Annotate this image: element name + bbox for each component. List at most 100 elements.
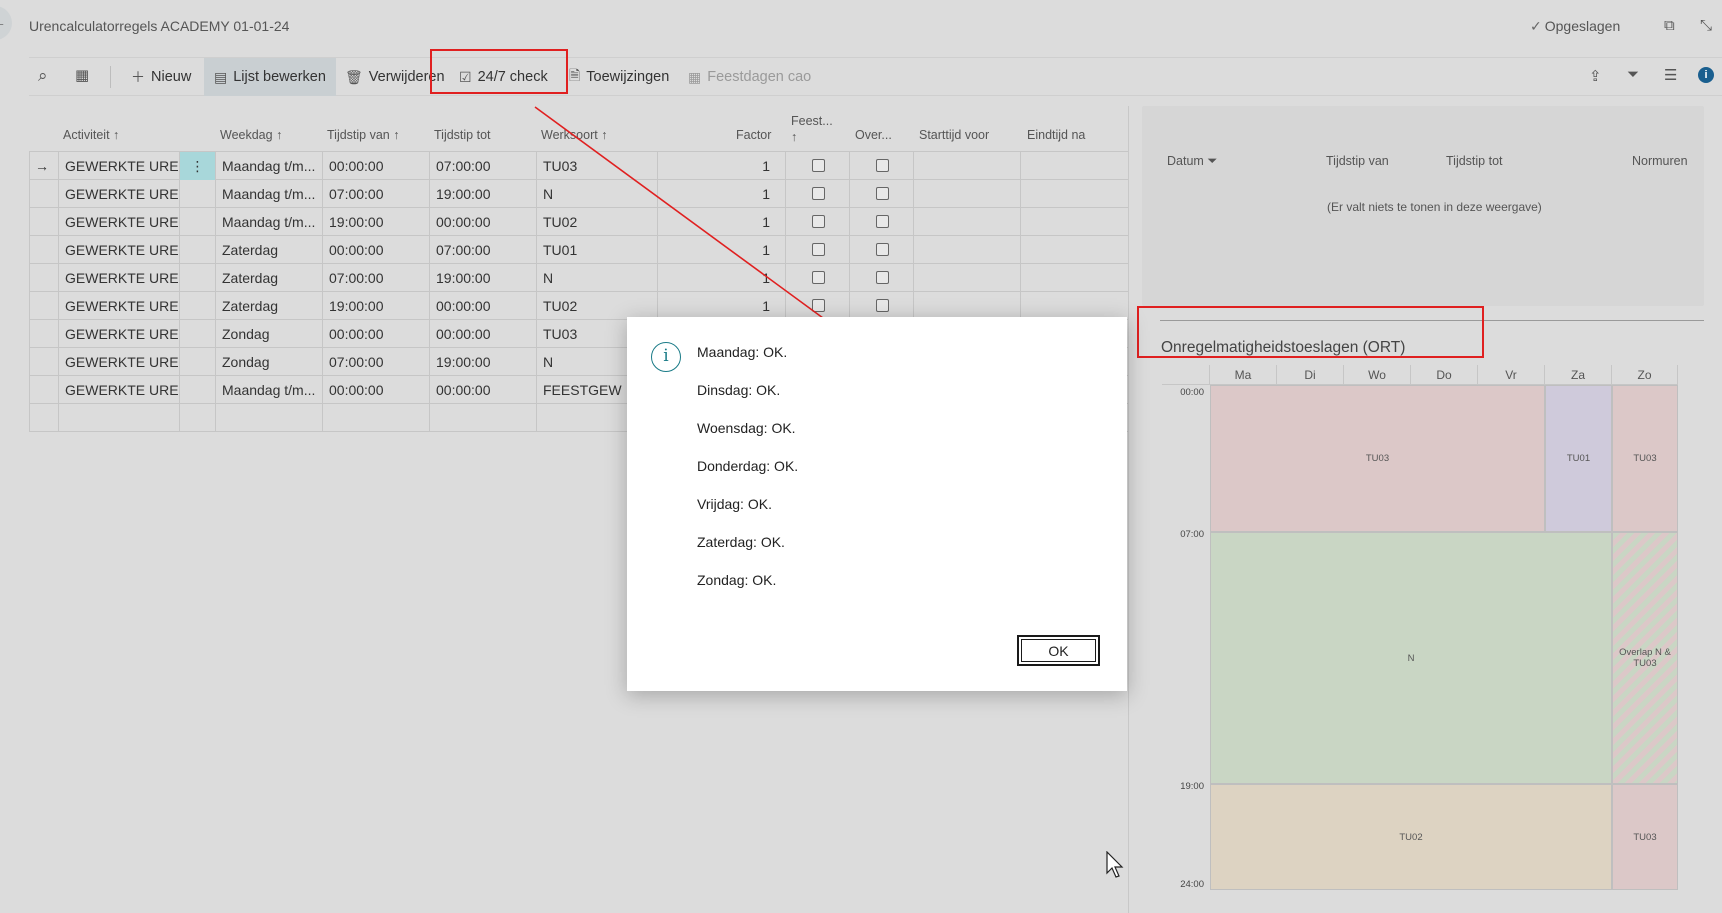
cell-van[interactable]: 07:00:00 <box>323 180 430 208</box>
filter-icon[interactable]: ⏷ <box>1627 66 1639 83</box>
cell-dots[interactable] <box>180 236 216 264</box>
cell-werksoort[interactable]: TU01 <box>537 236 658 264</box>
cell-werksoort[interactable]: N <box>537 180 658 208</box>
cell-dots[interactable]: ⋮ <box>180 152 216 180</box>
cell-feest[interactable] <box>786 152 850 180</box>
holiday-col-van[interactable]: Tijdstip van <box>1326 154 1389 168</box>
cell-feest[interactable] <box>786 180 850 208</box>
col-header-weekdag[interactable]: Weekdag ↑ <box>220 128 282 142</box>
cell-tot[interactable]: 19:00:00 <box>430 264 537 292</box>
cell-activiteit[interactable]: GEWERKTE UREN <box>59 320 180 348</box>
cell-activiteit[interactable]: GEWERKTE UREN <box>59 236 180 264</box>
cell-factor[interactable]: 1 <box>658 152 786 180</box>
cell-start[interactable] <box>914 180 1021 208</box>
cell-van[interactable] <box>323 404 430 432</box>
table-row[interactable]: GEWERKTE UREN Maandag t/m... 07:00:00 19:00… <box>29 180 1129 208</box>
cell-dots[interactable] <box>180 404 216 432</box>
holiday-col-datum[interactable]: Datum ⏷ <box>1167 154 1217 169</box>
cell-werksoort[interactable]: TU03 <box>537 152 658 180</box>
cell-start[interactable] <box>914 292 1021 320</box>
holiday-col-normuren[interactable]: Normuren <box>1632 154 1688 168</box>
cell-activiteit[interactable]: GEWERKTE UREN <box>59 264 180 292</box>
cell-over[interactable] <box>850 264 914 292</box>
search-icon[interactable]: ⌕ <box>38 66 48 86</box>
cell-activiteit[interactable]: GEWERKTE UREN <box>59 348 180 376</box>
cell-weekdag[interactable]: Zaterdag <box>216 264 323 292</box>
collapse-icon[interactable]: ⤡ <box>1700 17 1712 34</box>
checkbox-over[interactable] <box>875 271 889 284</box>
cell-weekdag[interactable]: Maandag t/m... <box>216 208 323 236</box>
cell-activiteit[interactable]: GEWERKTE UREN <box>59 180 180 208</box>
cell-factor[interactable]: 1 <box>658 236 786 264</box>
cell-tot[interactable]: 07:00:00 <box>430 152 537 180</box>
cell-feest[interactable] <box>786 264 850 292</box>
layout-icon[interactable]: ▦ <box>75 66 89 84</box>
assignments-button[interactable]: 🗎 Toewijzingen <box>569 66 669 88</box>
cell-eind[interactable] <box>1021 292 1129 320</box>
col-header-activiteit[interactable]: Activiteit ↑ <box>63 128 119 142</box>
cell-dots[interactable] <box>180 376 216 404</box>
checkbox-over[interactable] <box>875 159 889 172</box>
cell-eind[interactable] <box>1021 264 1129 292</box>
cell-dots[interactable] <box>180 292 216 320</box>
col-header-tijdstip-van[interactable]: Tijdstip van ↑ <box>327 128 400 142</box>
checkbox-over[interactable] <box>875 215 889 228</box>
cell-weekdag[interactable]: Maandag t/m... <box>216 152 323 180</box>
cell-tot[interactable]: 00:00:00 <box>430 376 537 404</box>
table-row[interactable]: GEWERKTE UREN Zaterdag 00:00:00 07:00:00 TU0… <box>29 236 1129 264</box>
cell-factor[interactable]: 1 <box>658 208 786 236</box>
col-header-factor[interactable]: Factor <box>736 128 771 142</box>
checkbox-over[interactable] <box>875 187 889 200</box>
cell-eind[interactable] <box>1021 152 1129 180</box>
cell-van[interactable]: 00:00:00 <box>323 320 430 348</box>
cell-werksoort[interactable]: TU02 <box>537 208 658 236</box>
edit-list-button[interactable]: ▤ Lijst bewerken <box>204 58 336 96</box>
cell-tot[interactable] <box>430 404 537 432</box>
cell-werksoort[interactable]: N <box>537 264 658 292</box>
col-header-werksoort[interactable]: Werksoort ↑ <box>541 128 607 142</box>
row-actions-icon[interactable]: ⋮ <box>191 158 205 174</box>
back-button[interactable]: ← <box>0 6 12 40</box>
info-pane-icon[interactable]: i <box>1698 67 1714 83</box>
cell-werksoort[interactable]: TU02 <box>537 292 658 320</box>
cell-start[interactable] <box>914 208 1021 236</box>
new-button[interactable]: ＋ Nieuw <box>131 66 191 88</box>
checkbox-feest[interactable] <box>811 187 825 200</box>
cell-over[interactable] <box>850 208 914 236</box>
cell-activiteit[interactable]: GEWERKTE UREN <box>59 292 180 320</box>
cell-tot[interactable]: 00:00:00 <box>430 320 537 348</box>
cell-dots[interactable] <box>180 320 216 348</box>
cell-van[interactable]: 07:00:00 <box>323 264 430 292</box>
cell-tot[interactable]: 00:00:00 <box>430 208 537 236</box>
cell-feest[interactable] <box>786 208 850 236</box>
cell-van[interactable]: 00:00:00 <box>323 376 430 404</box>
cell-feest[interactable] <box>786 236 850 264</box>
cell-van[interactable]: 00:00:00 <box>323 236 430 264</box>
cell-weekdag[interactable]: Maandag t/m... <box>216 376 323 404</box>
open-new-window-icon[interactable]: ⧉ <box>1664 17 1675 34</box>
cell-weekdag[interactable]: Zondag <box>216 320 323 348</box>
cell-eind[interactable] <box>1021 208 1129 236</box>
cell-start[interactable] <box>914 236 1021 264</box>
cell-tot[interactable]: 19:00:00 <box>430 348 537 376</box>
checkbox-over[interactable] <box>875 243 889 256</box>
cell-van[interactable]: 19:00:00 <box>323 292 430 320</box>
cell-dots[interactable] <box>180 180 216 208</box>
cell-tot[interactable]: 19:00:00 <box>430 180 537 208</box>
table-row[interactable]: → GEWERKTE UREN ⋮ Maandag t/m... 00:00:00 07:… <box>29 152 1129 180</box>
table-row[interactable]: GEWERKTE UREN Maandag t/m... 19:00:00 00:00… <box>29 208 1129 236</box>
holiday-col-tot[interactable]: Tijdstip tot <box>1446 154 1503 168</box>
cell-factor[interactable]: 1 <box>658 180 786 208</box>
holidays-cao-button[interactable]: ▦ Feestdagen cao <box>688 66 811 88</box>
share-icon[interactable]: ⇪ <box>1589 67 1602 85</box>
list-view-icon[interactable]: ☰ <box>1664 66 1677 84</box>
cell-over[interactable] <box>850 152 914 180</box>
col-header-tijdstip-tot[interactable]: Tijdstip tot <box>434 128 491 142</box>
cell-van[interactable]: 00:00:00 <box>323 152 430 180</box>
cell-dots[interactable] <box>180 264 216 292</box>
col-header-starttijd-voor[interactable]: Starttijd voor <box>919 128 989 142</box>
cell-dots[interactable] <box>180 348 216 376</box>
table-row[interactable]: GEWERKTE UREN Zaterdag 07:00:00 19:00:00 N 1 <box>29 264 1129 292</box>
checkbox-over[interactable] <box>875 299 889 312</box>
cell-over[interactable] <box>850 292 914 320</box>
